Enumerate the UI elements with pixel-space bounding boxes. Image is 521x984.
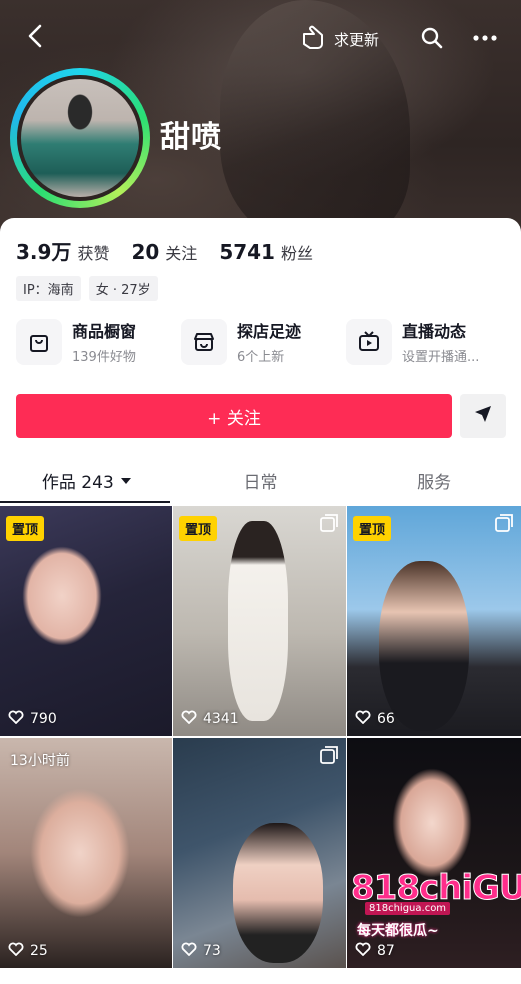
tab-label: 作品 243 bbox=[41, 472, 114, 493]
video-thumbnail[interactable]: 置顶 790 bbox=[0, 506, 172, 736]
feature-subtitle: 139件好物 bbox=[72, 350, 136, 365]
like-count: 4341 bbox=[181, 710, 239, 728]
profile-tags: IP：海南 女 · 27岁 bbox=[16, 276, 158, 301]
like-count-value: 25 bbox=[30, 943, 48, 959]
like-count-value: 790 bbox=[30, 711, 57, 727]
gender-age-tag: 女 · 27岁 bbox=[88, 276, 158, 301]
stat-value: 20 bbox=[131, 240, 160, 264]
stat-likes: 3.9万 获赞 bbox=[16, 236, 109, 265]
like-count-value: 73 bbox=[203, 943, 221, 959]
follow-button[interactable]: + 关注 bbox=[16, 394, 452, 438]
feature-title: 商品橱窗 bbox=[72, 322, 137, 341]
thumbnail-image bbox=[392, 768, 472, 878]
like-count: 790 bbox=[8, 710, 57, 728]
feature-title: 直播动态 bbox=[402, 322, 467, 341]
stat-value: 3.9万 bbox=[16, 240, 72, 264]
stat-label: 粉丝 bbox=[280, 244, 313, 263]
heart-icon bbox=[8, 710, 24, 728]
ip-tag: IP：海南 bbox=[16, 276, 81, 301]
thumbnail-image bbox=[228, 521, 288, 721]
video-thumbnail[interactable]: 13小时前 25 bbox=[0, 738, 172, 968]
video-thumbnail[interactable]: 818chiGUA 818chigua.com 每天都很瓜~ 87 bbox=[347, 738, 521, 968]
heart-icon bbox=[181, 710, 197, 728]
request-update-label: 求更新 bbox=[334, 30, 380, 49]
search-icon[interactable] bbox=[418, 24, 446, 52]
like-count: 87 bbox=[355, 942, 395, 960]
feature-subtitle: 设置开播通... bbox=[402, 350, 480, 365]
tab-works[interactable]: 作品 243 bbox=[0, 456, 174, 504]
tab-label: 服务 bbox=[417, 472, 452, 493]
content-tabs: 作品 243 日常 服务 bbox=[0, 456, 521, 504]
share-button[interactable] bbox=[460, 394, 506, 438]
like-count-value: 87 bbox=[377, 943, 395, 959]
active-tab-indicator bbox=[0, 501, 170, 503]
username: 甜喷 bbox=[160, 120, 222, 155]
stat-value: 5741 bbox=[219, 240, 275, 264]
video-thumbnail[interactable]: 73 bbox=[173, 738, 346, 968]
watermark-url: 818chigua.com bbox=[365, 902, 451, 915]
thumbnail-image bbox=[379, 561, 469, 731]
thumbnail-image bbox=[22, 546, 102, 646]
profile-banner: 求更新 甜喷 bbox=[0, 0, 521, 240]
profile-card: 3.9万 获赞 20 关注 5741 粉丝 IP：海南 女 · 27岁 商品橱窗… bbox=[0, 218, 521, 984]
shopping-bag-icon bbox=[16, 318, 62, 365]
stat-label: 关注 bbox=[165, 244, 198, 263]
send-icon bbox=[474, 405, 492, 427]
video-thumbnail[interactable]: 置顶 4341 bbox=[173, 506, 346, 736]
avatar-ring[interactable] bbox=[10, 68, 150, 208]
heart-icon bbox=[355, 942, 371, 960]
feature-live-updates[interactable]: 直播动态 设置开播通... bbox=[346, 318, 506, 365]
like-count: 25 bbox=[8, 942, 48, 960]
caret-down-icon bbox=[120, 470, 132, 490]
request-update-button[interactable]: 求更新 bbox=[300, 24, 379, 54]
pinned-badge: 置顶 bbox=[6, 516, 45, 541]
like-count: 73 bbox=[181, 942, 221, 960]
video-grid: 置顶 790 置顶 4341 置顶 66 13小时前 25 73 818chiG… bbox=[0, 506, 521, 968]
back-icon[interactable] bbox=[22, 22, 48, 50]
tab-services[interactable]: 服务 bbox=[347, 456, 521, 504]
pinned-badge: 置顶 bbox=[179, 516, 218, 541]
heart-icon bbox=[181, 942, 197, 960]
tv-icon bbox=[346, 318, 392, 365]
stat-label: 获赞 bbox=[77, 244, 110, 263]
feature-store-visits[interactable]: 探店足迹 6个上新 bbox=[181, 318, 341, 365]
like-count: 66 bbox=[355, 710, 395, 728]
feature-title: 探店足迹 bbox=[237, 322, 302, 341]
tab-daily[interactable]: 日常 bbox=[174, 456, 348, 504]
stat-followers[interactable]: 5741 粉丝 bbox=[219, 240, 313, 264]
tab-label: 日常 bbox=[243, 472, 278, 493]
avatar bbox=[17, 75, 143, 201]
heart-icon bbox=[355, 710, 371, 728]
multi-image-icon bbox=[320, 514, 338, 532]
like-count-value: 66 bbox=[377, 711, 395, 727]
stats-row: 3.9万 获赞 20 关注 5741 粉丝 bbox=[16, 236, 313, 265]
watermark-slogan: 每天都很瓜~ bbox=[357, 923, 439, 939]
thumbnail-image bbox=[233, 823, 323, 963]
video-thumbnail[interactable]: 置顶 66 bbox=[347, 506, 521, 736]
pinned-badge: 置顶 bbox=[353, 516, 392, 541]
multi-image-icon bbox=[495, 514, 513, 532]
more-icon[interactable] bbox=[470, 24, 500, 52]
stat-following[interactable]: 20 关注 bbox=[131, 240, 197, 264]
feature-row: 商品橱窗 139件好物 探店足迹 6个上新 直播动态 设置开播通... bbox=[16, 318, 506, 365]
pointing-hand-icon bbox=[300, 24, 330, 54]
like-count-value: 4341 bbox=[203, 711, 239, 727]
posted-time-label: 13小时前 bbox=[10, 753, 70, 769]
feature-shop-window[interactable]: 商品橱窗 139件好物 bbox=[16, 318, 176, 365]
multi-image-icon bbox=[320, 746, 338, 764]
feature-subtitle: 6个上新 bbox=[237, 350, 285, 365]
storefront-icon bbox=[181, 318, 227, 365]
thumbnail-image bbox=[30, 788, 130, 918]
heart-icon bbox=[8, 942, 24, 960]
